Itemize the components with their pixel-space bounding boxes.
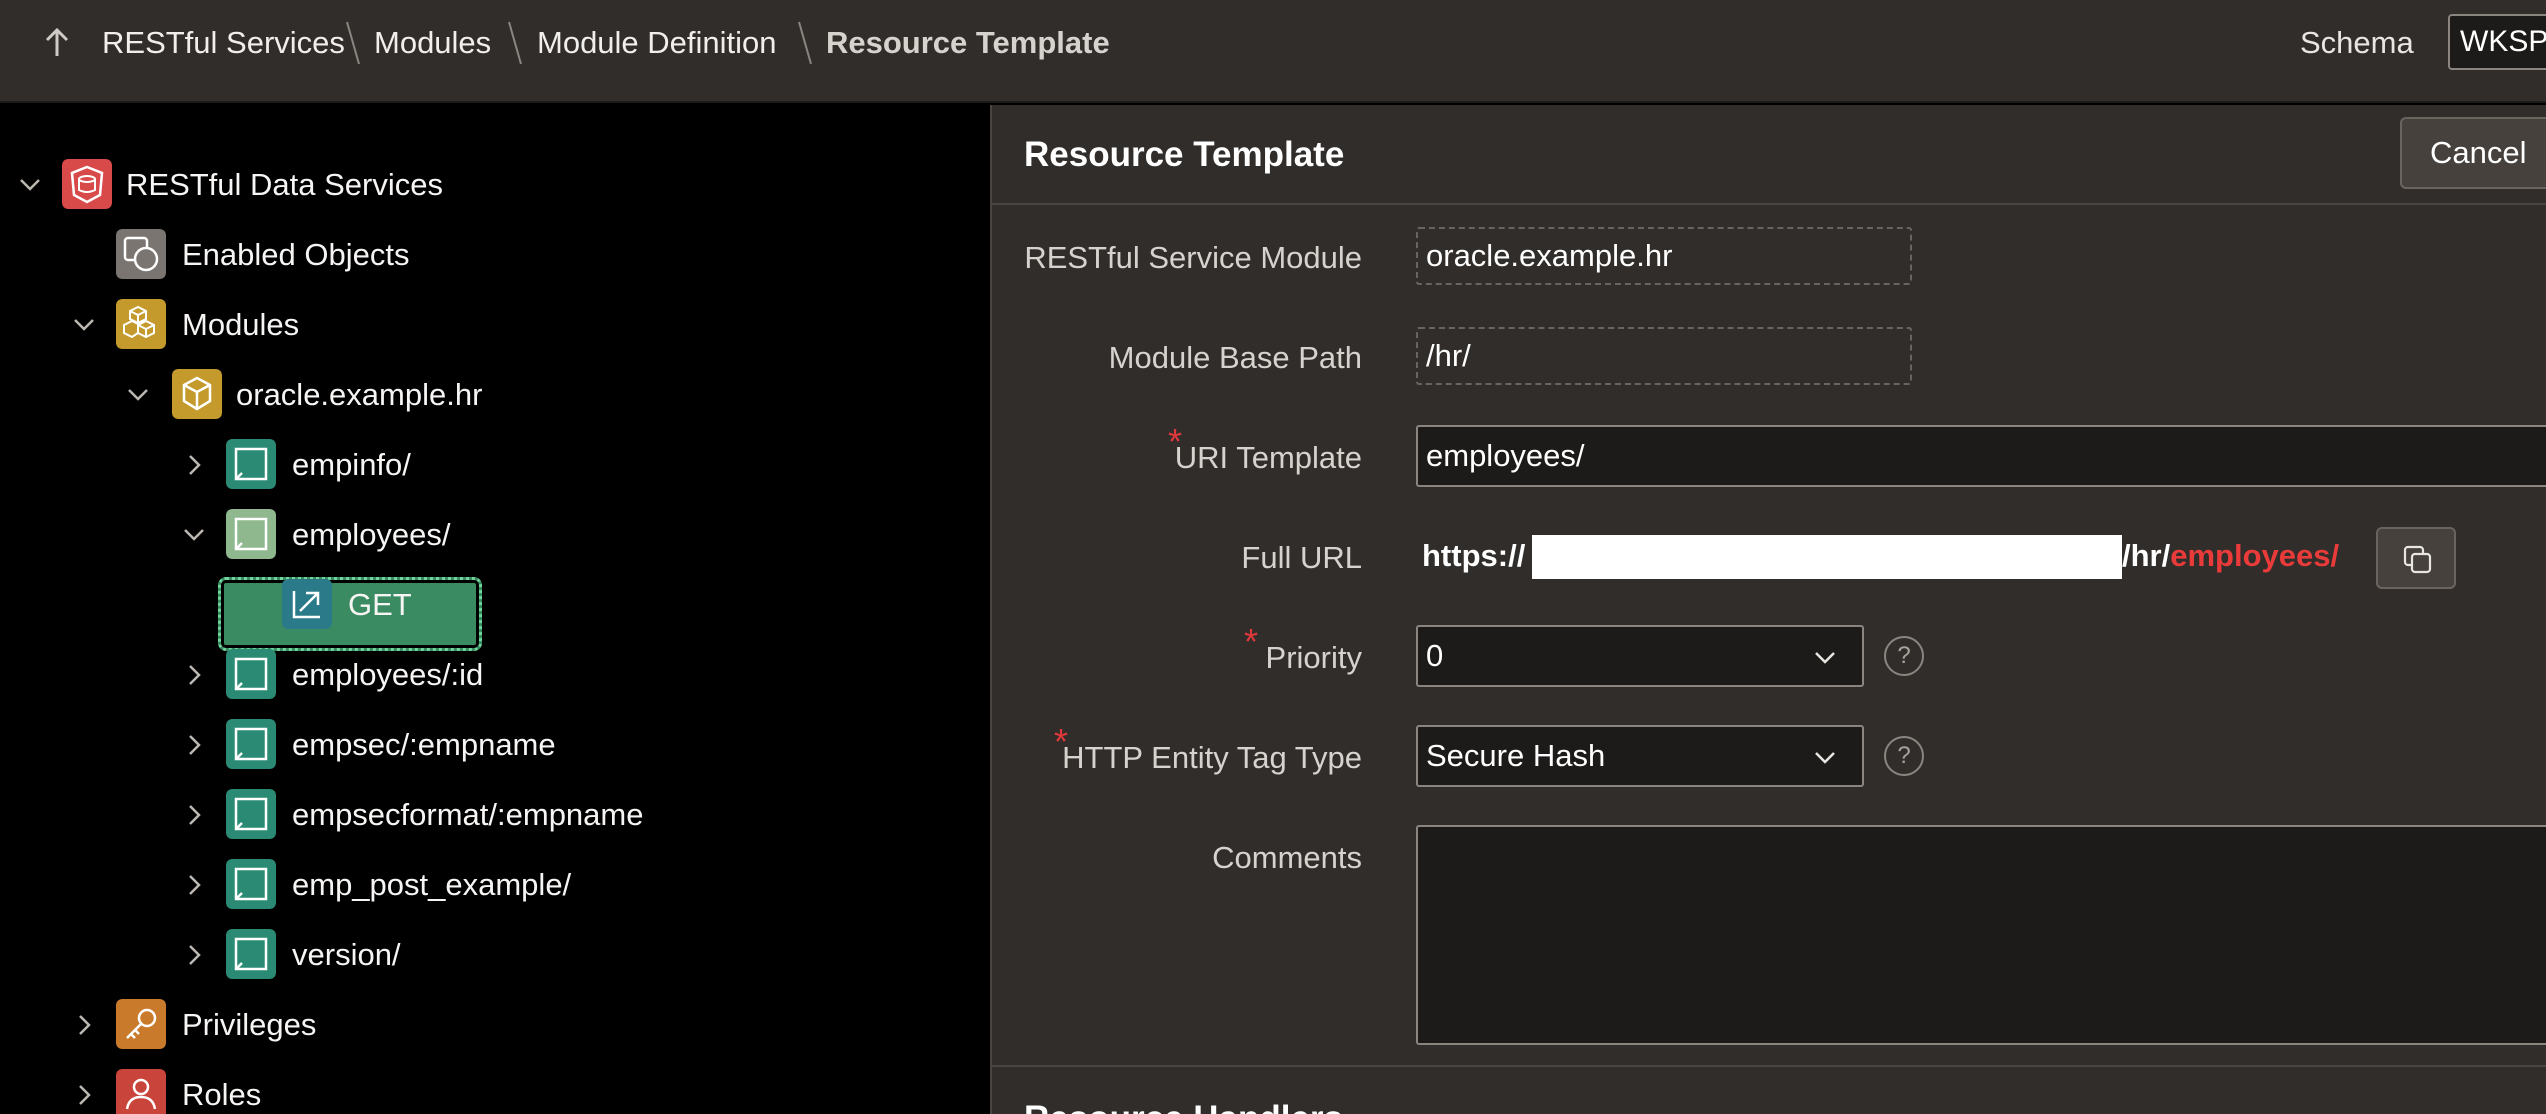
redacted-host [1532,535,2122,579]
etag-select[interactable]: Secure Hash [1416,725,1864,787]
chevron-down-icon [1815,652,1835,664]
breadcrumb-current: Resource Template [826,25,1110,60]
schema-label: Schema [2300,25,2414,60]
chevron-down-icon [1815,752,1835,764]
tree-node-template-selected[interactable]: employees/ [0,507,560,563]
tree-node-root[interactable]: RESTful Data Services [0,157,500,213]
priority-select[interactable]: 0 [1416,625,1864,687]
handler-icon [282,579,332,629]
chevron-down-icon[interactable] [16,171,44,199]
tree-label-module: oracle.example.hr [236,377,483,412]
tree-node-template[interactable]: version/ [0,927,560,983]
chevron-down-icon[interactable] [180,521,208,549]
tree-label-modules: Modules [182,307,300,342]
tree-label-root: RESTful Data Services [126,167,443,202]
base-path-field: /hr/ [1416,327,1912,385]
tree-label-template: version/ [292,937,401,972]
copy-icon [2403,545,2432,574]
user-role-icon [116,1069,166,1114]
tree-label-enabled-objects: Enabled Objects [182,237,410,272]
breadcrumb-separator-icon [508,21,522,65]
tree-label-handler: GET [348,587,412,622]
full-url-prefix: https:// [1422,538,1526,573]
template-icon [226,929,276,979]
panel-header: Resource Template Cancel [992,105,2546,205]
uri-template-input[interactable]: employees/ [1416,425,2546,487]
breadcrumb-modules[interactable]: Modules [374,24,491,62]
tree-node-enabled-objects[interactable]: Enabled Objects [0,227,500,283]
breadcrumb-restful-services[interactable]: RESTful Services [102,24,345,62]
cancel-button[interactable]: Cancel [2400,117,2546,189]
template-icon [226,859,276,909]
tree-label-template: employees/:id [292,657,484,692]
full-url-label: Full URL [1241,540,1362,575]
section-title: Resource Handlers [1024,1097,1343,1114]
copy-url-button[interactable] [2376,527,2456,589]
breadcrumb-bar: RESTful Services Modules Module Definiti… [0,0,2546,103]
base-path-label: Module Base Path [1108,340,1362,375]
etag-value: Secure Hash [1426,738,1606,773]
module-icon [172,369,222,419]
tree-node-privileges[interactable]: Privileges [0,997,500,1053]
tree-label-template: empsec/:empname [292,727,556,762]
breadcrumb-separator-icon [346,21,360,65]
comments-label: Comments [1212,840,1362,875]
tree-label-roles: Roles [182,1077,262,1112]
chevron-right-icon[interactable] [180,801,208,829]
tree-node-modules[interactable]: Modules [0,297,500,353]
full-url-base: /hr/ [2122,538,2171,573]
resource-template-panel: Resource Template Cancel RESTful Service… [990,105,2546,1114]
template-icon [226,649,276,699]
chevron-right-icon[interactable] [180,731,208,759]
tree-node-handler[interactable]: GET [0,577,560,633]
modules-icon [116,299,166,349]
module-field: oracle.example.hr [1416,227,1912,285]
chevron-right-icon[interactable] [180,661,208,689]
full-url-suffix: employees/ [2170,538,2340,573]
chevron-down-icon[interactable] [70,311,98,339]
resource-handlers-section: Resource Handlers [992,1065,2546,1114]
template-icon [226,789,276,839]
chevron-down-icon[interactable] [124,381,152,409]
priority-label: Priority [1265,640,1362,675]
template-icon [226,509,276,559]
tree-node-template[interactable]: empsecformat/:empname [0,787,700,843]
help-icon[interactable]: ? [1884,636,1924,676]
chevron-right-icon[interactable] [180,451,208,479]
tree-label-template: empinfo/ [292,447,411,482]
tree-node-module[interactable]: oracle.example.hr [0,367,560,423]
breadcrumb-module-definition[interactable]: Module Definition [537,24,777,62]
tree-node-template[interactable]: employees/:id [0,647,560,703]
module-label: RESTful Service Module [1024,240,1362,275]
chevron-right-icon[interactable] [70,1081,98,1109]
template-icon [226,439,276,489]
tree-label-privileges: Privileges [182,1007,317,1042]
tree-label-template: emp_post_example/ [292,867,572,902]
required-indicator: * [1244,621,1259,662]
database-service-icon [62,159,112,209]
up-arrow-icon[interactable] [38,24,76,62]
chevron-right-icon[interactable] [180,871,208,899]
full-url-path: /hr/employees/ [2122,537,2339,575]
etag-label: HTTP Entity Tag Type [1062,740,1362,775]
enabled-objects-icon [116,229,166,279]
tree-node-template[interactable]: empsec/:empname [0,717,700,773]
schema-select[interactable]: WKSP_ [2448,14,2546,70]
template-icon [226,719,276,769]
uri-template-label: URI Template [1174,440,1362,475]
tree-node-template[interactable]: emp_post_example/ [0,857,700,913]
chevron-right-icon[interactable] [70,1011,98,1039]
tree-label-template: employees/ [292,517,451,552]
tree-node-template[interactable]: empinfo/ [0,437,560,493]
comments-textarea[interactable] [1416,825,2546,1045]
chevron-right-icon[interactable] [180,941,208,969]
tree-node-roles[interactable]: Roles [0,1067,500,1114]
key-icon [116,999,166,1049]
navigation-tree: RESTful Data Services Enabled Objects Mo… [0,105,988,1114]
priority-value: 0 [1426,638,1444,673]
breadcrumb-separator-icon [798,21,812,65]
help-icon[interactable]: ? [1884,736,1924,776]
tree-label-template: empsecformat/:empname [292,797,644,832]
page-title: Resource Template [1024,135,1345,174]
